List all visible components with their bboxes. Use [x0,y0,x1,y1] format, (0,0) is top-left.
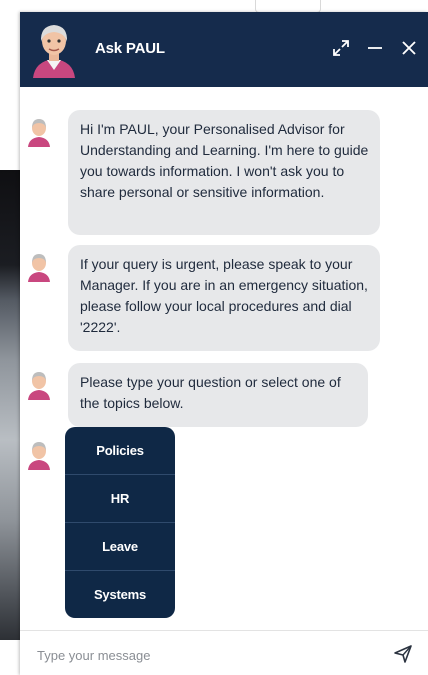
minimize-icon[interactable] [364,36,386,60]
topic-button-leave[interactable]: Leave [65,523,175,571]
composer [20,630,428,675]
bot-message: Hi I'm PAUL, your Personalised Advisor f… [68,110,380,235]
bot-avatar-icon [28,372,50,400]
send-icon[interactable] [392,643,414,665]
topic-button-systems[interactable]: Systems [65,571,175,618]
header-actions [330,34,420,62]
topic-menu: Policies HR Leave Systems [65,427,175,618]
message-text: Hi I'm PAUL, your Personalised Advisor f… [80,121,369,200]
background-photo [0,0,20,675]
message-input[interactable] [35,642,369,668]
close-icon[interactable] [398,36,420,60]
chat-title: Ask PAUL [95,40,165,57]
topic-button-hr[interactable]: HR [65,475,175,523]
page: Ask PAUL Hi I'm PAUL, your Personalised … [0,0,428,675]
bot-message: Please type your question or select one … [68,363,368,427]
bot-avatar-icon [28,119,50,147]
bot-avatar-icon [28,254,50,282]
topic-button-policies[interactable]: Policies [65,427,175,475]
chat-window: Ask PAUL Hi I'm PAUL, your Personalised … [20,12,428,675]
chat-header: Ask PAUL [20,12,428,87]
message-text: Please type your question or select one … [80,374,341,411]
paul-avatar [33,25,75,78]
message-text: If your query is urgent, please speak to… [80,256,368,335]
bot-message: If your query is urgent, please speak to… [68,245,380,351]
expand-icon[interactable] [330,36,352,60]
bot-avatar-icon [28,442,50,470]
